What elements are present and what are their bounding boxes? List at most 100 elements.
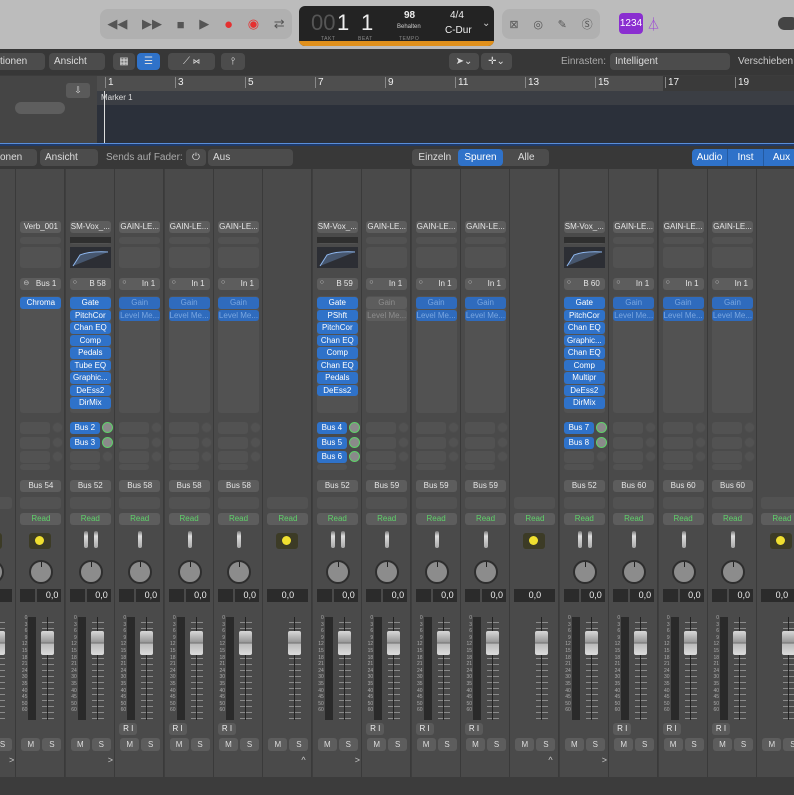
send-level-knob[interactable]: [398, 436, 410, 448]
volume-fader[interactable]: [41, 631, 55, 655]
send-slot-empty[interactable]: [218, 436, 248, 449]
automation-mode[interactable]: Read: [366, 513, 408, 525]
send-slot-empty[interactable]: [119, 436, 150, 449]
solo-button[interactable]: S: [684, 738, 704, 751]
insert-slot[interactable]: Comp: [69, 334, 111, 346]
volume-value[interactable]: 0,0: [185, 589, 210, 602]
eq-display[interactable]: [316, 247, 358, 268]
setting-button[interactable]: GAIN-LE...: [712, 221, 753, 233]
mixer-functions-menu[interactable]: onen: [0, 149, 37, 166]
automation-mode[interactable]: Read: [316, 513, 358, 525]
mute-button[interactable]: M: [70, 738, 90, 751]
send-slot-empty[interactable]: [613, 451, 644, 464]
read-button[interactable]: R: [419, 724, 425, 733]
group-slot[interactable]: [662, 497, 704, 509]
split-icon[interactable]: ⫯: [221, 53, 245, 70]
group-slot[interactable]: [218, 497, 259, 509]
volume-fader[interactable]: [387, 631, 401, 655]
volume-fader[interactable]: [337, 631, 351, 655]
automation-mode[interactable]: Read: [119, 513, 161, 525]
automation-mode[interactable]: Read: [20, 513, 62, 525]
mute-button[interactable]: M: [317, 738, 337, 751]
read-button[interactable]: R: [666, 724, 672, 733]
solo-mode-icon[interactable]: Ⓢ: [582, 16, 593, 32]
mute-button[interactable]: M: [515, 738, 535, 751]
group-slot[interactable]: [267, 497, 309, 509]
group-slot[interactable]: [514, 497, 556, 509]
volume-fader[interactable]: [90, 631, 104, 655]
insert-slot[interactable]: Pedals: [316, 372, 358, 384]
send-level-knob[interactable]: [151, 451, 163, 463]
volume-fader[interactable]: [634, 631, 648, 655]
send-level-knob[interactable]: [447, 451, 459, 463]
expand-arrow-icon[interactable]: >: [9, 755, 14, 765]
group-slot[interactable]: [0, 497, 12, 509]
mute-button[interactable]: M: [169, 738, 189, 751]
send-level-knob[interactable]: [200, 422, 212, 433]
send-slot-empty[interactable]: [168, 451, 199, 464]
send-slot-empty[interactable]: [20, 422, 51, 434]
volume-fader[interactable]: [535, 631, 549, 655]
send-slot-empty[interactable]: [366, 436, 397, 449]
insert-slot[interactable]: Chroma: [20, 297, 62, 309]
send-level-knob[interactable]: [744, 451, 755, 463]
send-level-knob[interactable]: [645, 436, 657, 448]
input-button[interactable]: I: [180, 724, 182, 733]
solo-button[interactable]: S: [635, 738, 655, 751]
setting-button[interactable]: SM-Vox_...: [563, 221, 605, 233]
volume-value[interactable]: 0,0: [679, 589, 704, 602]
read-input-button[interactable]: R I: [613, 723, 632, 735]
volume-fader[interactable]: [683, 631, 697, 655]
expand-arrow-icon[interactable]: >: [355, 755, 360, 765]
pan-knob[interactable]: [721, 560, 745, 584]
eq-slot[interactable]: [465, 247, 506, 268]
setting-button[interactable]: GAIN-LE...: [662, 221, 704, 233]
insert-slot[interactable]: PitchCor: [69, 309, 111, 321]
send-slot[interactable]: Bus 3: [69, 436, 100, 449]
send-slot-empty[interactable]: [465, 451, 495, 464]
input-format-icon[interactable]: ○: [122, 279, 126, 286]
volume-value[interactable]: 0,0: [267, 589, 309, 602]
insert-slot[interactable]: Multipr: [563, 372, 605, 384]
eq-slot[interactable]: [712, 247, 753, 268]
insert-slot[interactable]: Tube EQ: [69, 359, 111, 371]
output-button[interactable]: Bus 60: [613, 480, 655, 492]
stop-icon[interactable]: ■: [177, 17, 185, 32]
send-slot[interactable]: Bus 2: [69, 422, 100, 434]
input-format-icon[interactable]: ○: [172, 279, 176, 286]
mute-button[interactable]: M: [713, 738, 732, 751]
insert-slot[interactable]: Gain: [662, 297, 704, 309]
mode-spuren[interactable]: Spuren: [457, 149, 504, 166]
send-slot-empty[interactable]: [563, 451, 594, 464]
mode-einzeln[interactable]: Einzeln: [412, 149, 458, 166]
volume-value[interactable]: 0,0: [37, 589, 62, 602]
volume-value[interactable]: 0,0: [333, 589, 358, 602]
send-slot-empty[interactable]: [366, 422, 397, 434]
mute-button[interactable]: M: [416, 738, 436, 751]
group-slot[interactable]: [168, 497, 210, 509]
pan-knob[interactable]: [0, 560, 4, 584]
send-slot-empty[interactable]: [712, 436, 742, 449]
input-format-icon[interactable]: ○: [468, 279, 472, 286]
insert-slot[interactable]: Graphic...: [69, 372, 111, 384]
marker-track[interactable]: Marker 1: [97, 91, 794, 105]
insert-slot[interactable]: Pedals: [69, 347, 111, 359]
send-level-knob[interactable]: [348, 451, 360, 463]
solo-button[interactable]: S: [585, 738, 605, 751]
send-slot-empty[interactable]: [712, 422, 742, 434]
volume-value[interactable]: 0,0: [630, 589, 655, 602]
chevron-down-icon[interactable]: ⌄: [482, 18, 490, 29]
insert-slot[interactable]: Gate: [316, 297, 358, 309]
setting-button[interactable]: Verb_001: [20, 221, 62, 233]
insert-slot[interactable]: Gain: [415, 297, 457, 309]
send-level-knob[interactable]: [447, 422, 459, 433]
insert-slot[interactable]: Chan EQ: [316, 334, 358, 346]
send-slot[interactable]: Bus 6: [316, 451, 347, 464]
output-button[interactable]: Bus 54: [20, 480, 62, 492]
send-slot[interactable]: Bus 4: [316, 422, 347, 434]
send-level-knob[interactable]: [694, 422, 706, 433]
output-button[interactable]: Bus 58: [168, 480, 210, 492]
volume-fader[interactable]: [0, 631, 5, 655]
input-button[interactable]: I: [674, 724, 676, 733]
send-level-knob[interactable]: [398, 451, 410, 463]
